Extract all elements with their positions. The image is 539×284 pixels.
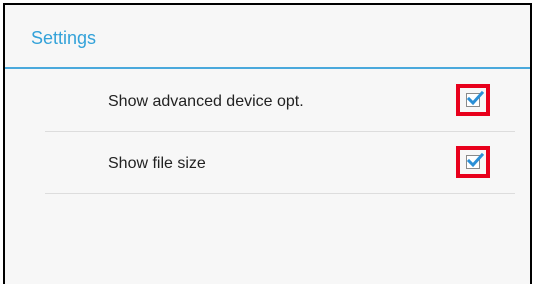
setting-label-show-file-size: Show file size	[108, 155, 206, 172]
checkbox-checked-icon	[466, 90, 484, 106]
checkbox-checked-icon	[466, 152, 484, 168]
show-file-size-checkbox[interactable]	[466, 152, 484, 169]
setting-row-show-file-size[interactable]: Show file size	[45, 132, 515, 194]
checkbox-highlight[interactable]	[456, 146, 490, 178]
setting-label-show-advanced-device-options: Show advanced device opt.	[108, 93, 304, 110]
show-advanced-device-options-checkbox[interactable]	[466, 90, 484, 107]
page-title: Settings	[31, 28, 97, 48]
checkbox-highlight[interactable]	[456, 84, 490, 116]
setting-row-show-advanced-device-options[interactable]: Show advanced device opt.	[45, 70, 515, 132]
settings-header: Settings	[5, 5, 530, 69]
settings-screen: Settings Show advanced device opt. Show …	[3, 3, 532, 284]
